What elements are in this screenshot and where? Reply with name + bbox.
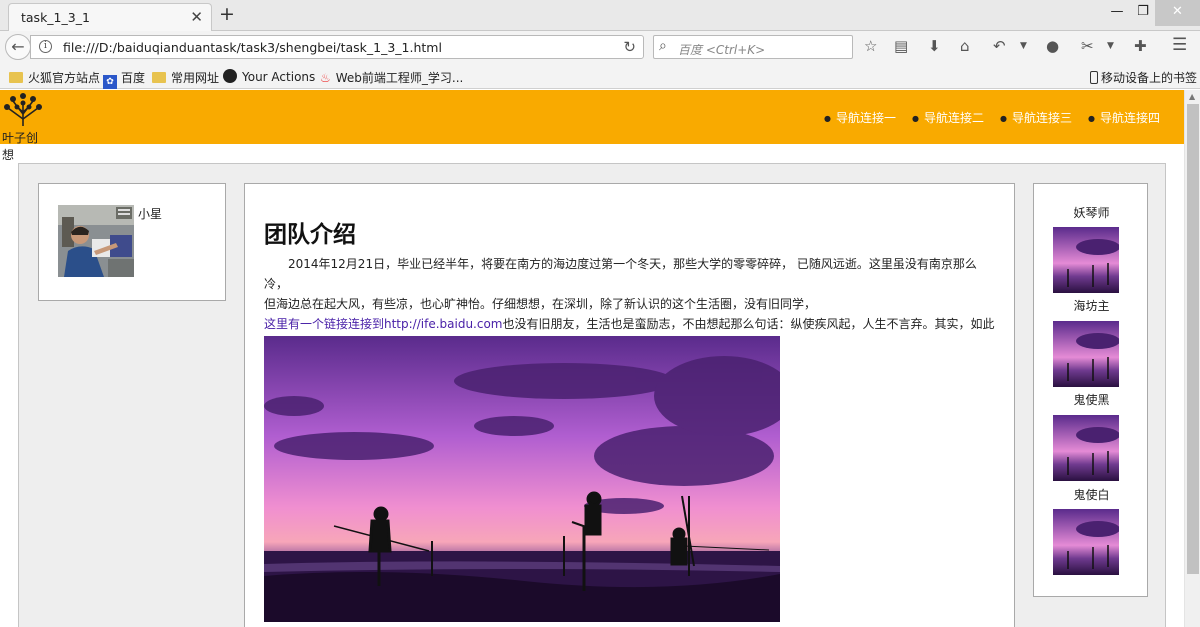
member-name: 妖琴师 [1073, 206, 1110, 220]
search-input[interactable]: ⌕ 百度 <Ctrl+K> [653, 35, 853, 59]
url-text[interactable]: file:///D:/baiduqianduantask/task3/sheng… [63, 40, 442, 55]
nav-link-3[interactable]: 导航连接三 [1000, 109, 1072, 126]
chevron-down-icon[interactable]: ▼ [1107, 41, 1114, 51]
folder-icon [152, 72, 166, 83]
download-icon[interactable]: ⬇ [928, 37, 941, 55]
nav-link-1[interactable]: 导航连接一 [824, 109, 896, 126]
site-nav: 导航连接一 导航连接二 导航连接三 导航连接四 [824, 109, 1160, 126]
new-tab-icon[interactable]: + [219, 3, 235, 25]
bookmark-item[interactable]: 常用网址 [152, 69, 219, 86]
author-name: 小星 [138, 207, 163, 221]
minimize-icon[interactable]: — [1103, 0, 1131, 26]
logo-text: 叶子创想 [2, 131, 39, 162]
home-icon[interactable]: ⌂ [960, 37, 970, 55]
page-viewport: 叶子创想 导航连接一 导航连接二 导航连接三 导航连接四 [0, 90, 1184, 627]
site-header: 叶子创想 导航连接一 导航连接二 导航连接三 导航连接四 [0, 90, 1184, 162]
member-thumbnail [1053, 227, 1119, 293]
folder-icon [9, 72, 23, 83]
restore-icon[interactable]: ❐ [1131, 0, 1155, 26]
scroll-up-icon[interactable]: ▲ [1189, 92, 1195, 101]
nav-link-4[interactable]: 导航连接四 [1088, 109, 1160, 126]
member-name: 海坊主 [1073, 299, 1110, 313]
author-avatar [58, 205, 134, 277]
logo[interactable]: 叶子创想 [2, 92, 46, 162]
baidu-paw-icon: ✿ [103, 75, 117, 89]
member-thumbnail [1053, 321, 1119, 387]
bookmark-item[interactable]: ♨ Web前端工程师_学习... [320, 69, 463, 86]
search-icon: ⌕ [659, 38, 667, 54]
author-panel: 小星 [38, 183, 226, 301]
menu-icon[interactable]: ☰ [1172, 35, 1187, 55]
reload-icon[interactable]: ↻ [623, 38, 636, 56]
reading-list-icon[interactable]: ▤ [894, 37, 908, 55]
member-name: 鬼使黑 [1073, 393, 1110, 407]
navigation-toolbar: i file:///D:/baiduqianduantask/task3/she… [0, 31, 1200, 63]
window-close-icon[interactable]: ✕ [1155, 0, 1200, 26]
paragraph: 但海边总在起大风，有些凉，也心旷神怡。仔细想想，在深圳，除了新认识的这个生活圈，… [264, 297, 817, 311]
info-icon[interactable]: i [39, 40, 52, 53]
bookmark-star-icon[interactable]: ☆ [864, 37, 877, 55]
bookmark-item[interactable]: Your Actions [223, 69, 315, 84]
bookmark-item[interactable]: 火狐官方站点 [9, 69, 100, 86]
github-icon [223, 69, 237, 83]
team-panel: 妖琴师 海坊主 鬼使黑 鬼使白 [1033, 183, 1148, 597]
tab-bar: task_1_3_1 ✕ + — ❐ ✕ [0, 0, 1200, 32]
member-name: 鬼使白 [1073, 488, 1110, 502]
page-scrollbar[interactable]: ▲ [1184, 90, 1200, 627]
content-wrapper: 小星 团队介绍 2014年12月21日，毕业已经半年，将要在南方的海边度过第一个… [18, 163, 1166, 627]
ife-link[interactable]: 这里有一个链接连接到http://ife.baidu.com [264, 317, 503, 331]
tree-logo-icon [4, 93, 42, 126]
screenshot-icon[interactable]: ✂ [1081, 37, 1094, 55]
close-tab-icon[interactable]: ✕ [190, 8, 203, 26]
chat-icon[interactable]: ● [1046, 37, 1059, 55]
bookmarks-toolbar: 火狐官方站点 ✿ 百度 常用网址 Your Actions ♨ Web前端工程师_学… [0, 63, 1200, 89]
url-bar[interactable]: i file:///D:/baiduqianduantask/task3/she… [30, 35, 644, 59]
back-arrow-icon[interactable]: ← [5, 34, 31, 60]
page-title: 团队介绍 [264, 222, 356, 248]
scroll-thumb[interactable] [1187, 104, 1199, 574]
extension-icon[interactable]: ✚ [1134, 37, 1147, 55]
member-thumbnail [1053, 509, 1119, 575]
flame-icon: ♨ [320, 71, 331, 85]
nav-link-2[interactable]: 导航连接二 [912, 109, 984, 126]
mobile-bookmarks[interactable]: 移动设备上的书签 [1090, 69, 1197, 86]
search-placeholder: 百度 <Ctrl+K> [678, 43, 766, 57]
bookmark-item[interactable]: ✿ 百度 [103, 69, 145, 89]
tab-active[interactable]: task_1_3_1 ✕ [8, 3, 212, 32]
chevron-down-icon[interactable]: ▼ [1020, 41, 1027, 51]
member-thumbnail [1053, 415, 1119, 481]
undo-icon[interactable]: ↶ [993, 37, 1006, 55]
paragraph: 2014年12月21日，毕业已经半年，将要在南方的海边度过第一个冬天，那些大学的… [264, 257, 977, 291]
tab-title: task_1_3_1 [21, 10, 90, 25]
main-panel: 团队介绍 2014年12月21日，毕业已经半年，将要在南方的海边度过第一个冬天，… [244, 183, 1015, 627]
phone-icon [1090, 71, 1098, 84]
sunset-photo [264, 336, 780, 622]
